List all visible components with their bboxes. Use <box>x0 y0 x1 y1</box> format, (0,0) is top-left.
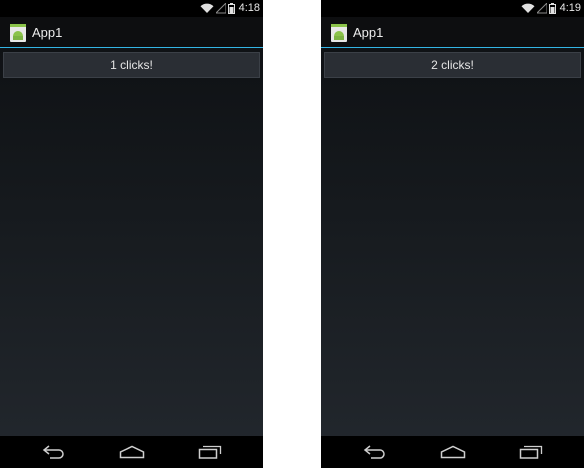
home-icon[interactable] <box>118 442 146 462</box>
navigation-bar <box>321 436 584 468</box>
android-app-icon[interactable] <box>10 24 26 42</box>
app-title: App1 <box>32 25 63 40</box>
click-counter-button[interactable]: 1 clicks! <box>3 52 260 78</box>
recent-apps-icon[interactable] <box>517 442 545 462</box>
status-bar: 4:18 <box>0 0 263 17</box>
back-icon[interactable] <box>361 442 389 462</box>
signal-icon <box>215 3 226 14</box>
app-title: App1 <box>353 25 384 40</box>
recent-apps-icon[interactable] <box>196 442 224 462</box>
battery-icon <box>227 3 235 14</box>
navigation-bar <box>0 436 263 468</box>
click-counter-button[interactable]: 2 clicks! <box>324 52 581 78</box>
status-clock: 4:18 <box>238 2 260 14</box>
action-bar: App1 <box>321 17 584 48</box>
battery-icon <box>548 3 556 14</box>
wifi-icon <box>200 3 214 14</box>
back-icon[interactable] <box>40 442 68 462</box>
action-bar: App1 <box>0 17 263 48</box>
status-clock: 4:19 <box>559 2 581 14</box>
phone-screen-after: 4:19 App1 2 clicks! <box>321 0 584 468</box>
status-bar: 4:19 <box>321 0 584 17</box>
home-icon[interactable] <box>439 442 467 462</box>
android-app-icon[interactable] <box>331 24 347 42</box>
wifi-icon <box>521 3 535 14</box>
phone-screen-before: 4:18 App1 1 clicks! <box>0 0 263 468</box>
signal-icon <box>536 3 547 14</box>
